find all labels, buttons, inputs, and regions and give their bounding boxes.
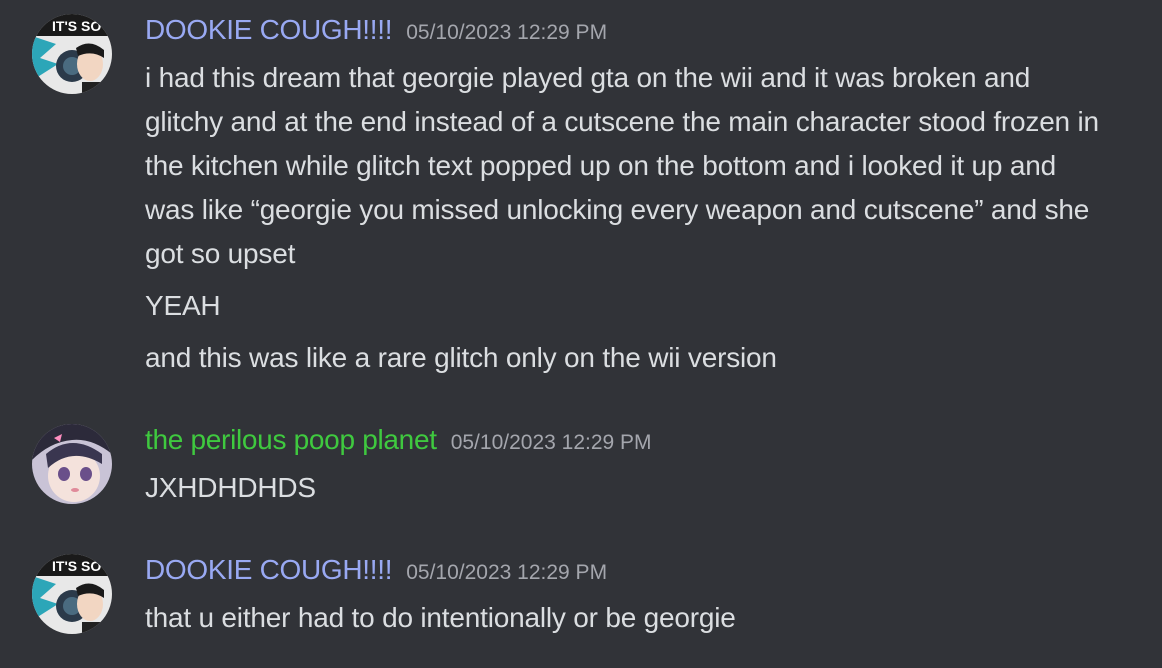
avatar-image xyxy=(32,424,112,504)
message-header: the perilous poop planet 05/10/2023 12:29… xyxy=(145,424,652,456)
avatar-text: IT'S SO xyxy=(52,558,101,574)
message-header: DOOKIE COUGH!!!! 05/10/2023 12:29 PM xyxy=(145,554,607,586)
message-content: that u either had to do intentionally or… xyxy=(145,596,1105,640)
avatar[interactable]: IT'S SO xyxy=(32,14,112,94)
message-text: i had this dream that georgie played gta… xyxy=(145,62,1099,269)
timestamp[interactable]: 05/10/2023 12:29 PM xyxy=(451,431,652,454)
message-text: that u either had to do intentionally or… xyxy=(145,602,736,633)
avatar-image: IT'S SO xyxy=(32,554,112,634)
username[interactable]: DOOKIE COUGH!!!! xyxy=(145,14,393,45)
message-header: DOOKIE COUGH!!!! 05/10/2023 12:29 PM xyxy=(145,14,607,46)
message-content: i had this dream that georgie played gta… xyxy=(145,56,1105,380)
avatar-image: IT'S SO xyxy=(32,14,112,94)
username[interactable]: DOOKIE COUGH!!!! xyxy=(145,554,393,585)
avatar[interactable]: IT'S SO xyxy=(32,554,112,634)
username[interactable]: the perilous poop planet xyxy=(145,424,437,455)
message-text: and this was like a rare glitch only on … xyxy=(145,342,777,373)
message-text: YEAH xyxy=(145,290,221,321)
avatar-text: IT'S SO xyxy=(52,18,101,34)
message-content: JXHDHDHDS xyxy=(145,466,1105,510)
timestamp[interactable]: 05/10/2023 12:29 PM xyxy=(406,21,607,44)
message-text: JXHDHDHDS xyxy=(145,472,316,503)
timestamp[interactable]: 05/10/2023 12:29 PM xyxy=(406,561,607,584)
chat-messages: IT'S SO DOOKIE COUGH!!!! 05/10/2023 12:29… xyxy=(0,0,1162,668)
avatar[interactable] xyxy=(32,424,112,504)
